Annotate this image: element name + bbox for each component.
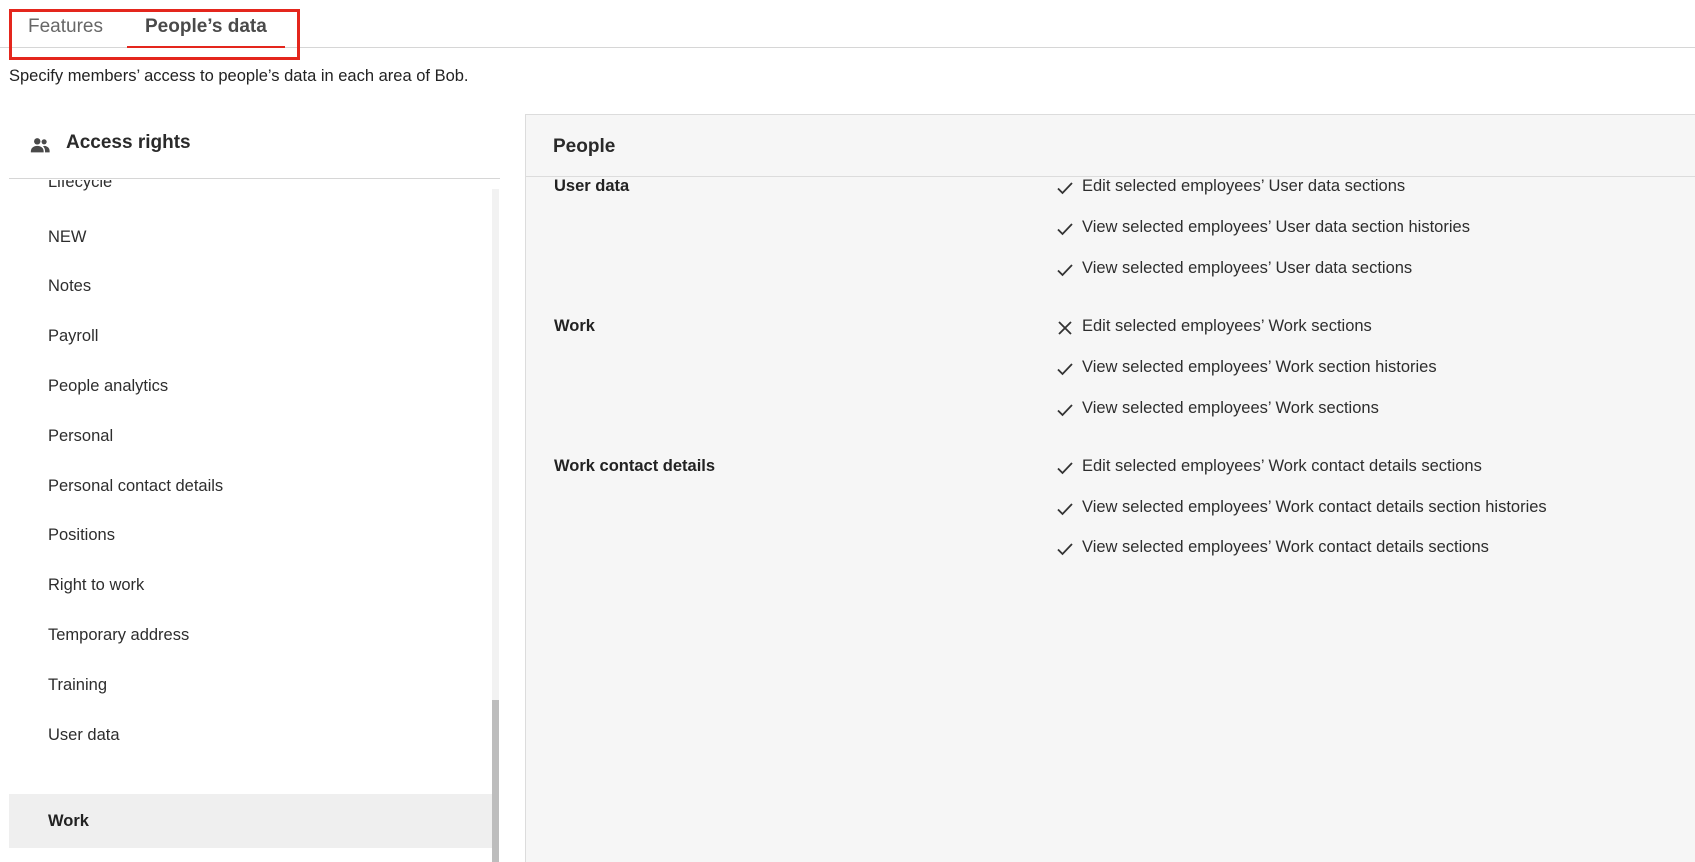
- check-icon: [1057, 264, 1073, 277]
- list-item-right-to-work[interactable]: Right to work: [9, 560, 492, 610]
- list-item-lifecycle[interactable]: Lifecycle: [9, 180, 492, 207]
- permission-text: View selected employees’ User data secti…: [1082, 259, 1413, 277]
- check-icon: [1057, 182, 1073, 195]
- list-item-payroll[interactable]: Payroll: [9, 311, 492, 361]
- list-item-personal[interactable]: Personal: [9, 411, 492, 461]
- access-rights-header: Access rights: [9, 115, 500, 179]
- tab-bar: Features People’s data: [0, 0, 1695, 48]
- permission-text: Edit selected employees’ User data secti…: [1082, 177, 1406, 195]
- list-item-new[interactable]: NEW: [9, 212, 492, 262]
- permission-text: View selected employees’ Work contact de…: [1082, 498, 1547, 516]
- permissions-title: People: [553, 136, 616, 157]
- list-item-work[interactable]: Work: [9, 794, 492, 848]
- list-item-people-analytics[interactable]: People analytics: [9, 361, 492, 411]
- check-icon: [1057, 462, 1073, 475]
- permission-text: View selected employees’ Work contact de…: [1082, 538, 1489, 556]
- tab-peoples-data[interactable]: People’s data: [127, 16, 285, 48]
- check-icon: [1057, 404, 1073, 417]
- check-icon: [1057, 543, 1073, 556]
- permissions-panel: People User data Edit selected employees…: [525, 114, 1695, 862]
- page-description: Specify members’ access to people’s data…: [9, 67, 469, 85]
- permission-text: View selected employees’ Work section hi…: [1082, 358, 1437, 376]
- list-item-personal-contact-details[interactable]: Personal contact details: [9, 461, 492, 511]
- list-item-user-data[interactable]: User data: [9, 710, 492, 760]
- permissions-header: People: [526, 115, 1695, 177]
- people-icon: [30, 138, 50, 153]
- check-icon: [1057, 223, 1073, 236]
- permission-text: View selected employees’ User data secti…: [1082, 218, 1470, 236]
- section-label-work: Work: [554, 317, 595, 335]
- list-scrollbar-thumb[interactable]: [492, 700, 499, 862]
- check-icon: [1057, 363, 1073, 376]
- section-label-work-contact-details: Work contact details: [554, 457, 716, 475]
- permission-text: Edit selected employees’ Work contact de…: [1082, 457, 1482, 475]
- list-item-notes[interactable]: Notes: [9, 261, 492, 311]
- category-list: Lifecycle NEW Notes Payroll People analy…: [9, 180, 492, 862]
- list-item-training[interactable]: Training: [9, 660, 492, 710]
- access-rights-title: Access rights: [66, 132, 191, 153]
- permission-text: Edit selected employees’ Work sections: [1082, 317, 1372, 335]
- permission-text: View selected employees’ Work sections: [1082, 399, 1379, 417]
- section-label-user-data: User data: [554, 177, 630, 195]
- cross-icon: [1058, 321, 1072, 335]
- list-item-positions[interactable]: Positions: [9, 510, 492, 560]
- list-item-temporary-address[interactable]: Temporary address: [9, 610, 492, 660]
- check-icon: [1057, 503, 1073, 516]
- tab-features[interactable]: Features: [28, 16, 103, 46]
